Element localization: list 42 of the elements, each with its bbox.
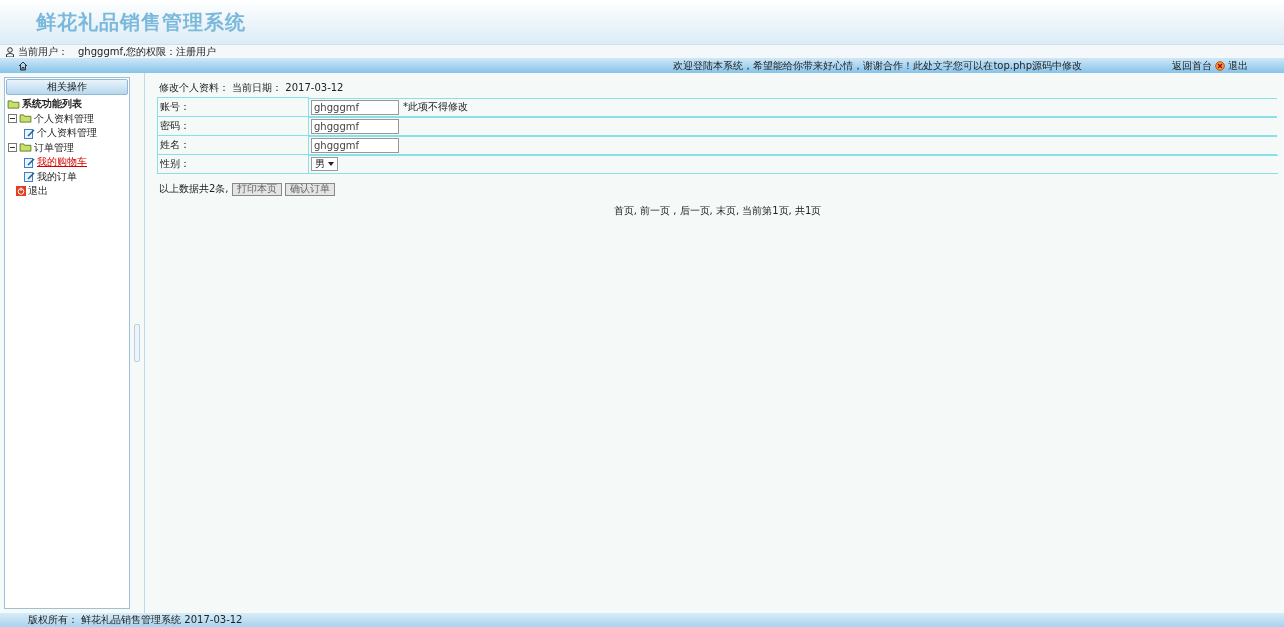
input-field[interactable]: ghgggmf: [311, 137, 399, 153]
tree-label[interactable]: 个人资料管理: [34, 111, 94, 126]
folder-icon: [19, 114, 32, 124]
close-circle-icon: [1215, 60, 1225, 71]
home-icon[interactable]: [18, 60, 28, 71]
tree-link[interactable]: 个人资料管理: [37, 126, 97, 141]
current-user-text: ghgggmf,您的权限：注册用户: [78, 44, 217, 59]
tree-link[interactable]: 退出: [28, 184, 48, 199]
collapse-toggle-icon[interactable]: [8, 143, 17, 153]
system-title: 鲜花礼品销售管理系统: [36, 8, 246, 36]
nav-link[interactable]: 退出: [1228, 58, 1248, 73]
record-count: 以上数据共2条,: [159, 182, 229, 196]
action-button[interactable]: 打印本页: [231, 182, 282, 196]
input-field[interactable]: ghgggmf: [311, 99, 399, 115]
document-pencil-icon: [24, 127, 35, 139]
field-label: 账号：: [157, 97, 309, 117]
field-label: 性别：: [157, 154, 309, 174]
tree-label[interactable]: 系统功能列表: [22, 97, 82, 112]
field-label: 姓名：: [157, 135, 309, 155]
collapse-toggle-icon[interactable]: [8, 114, 17, 124]
caret-icon: [328, 162, 334, 166]
gender-dropdown[interactable]: 男: [311, 157, 338, 171]
page-heading: 修改个人资料： 当前日期： 2017-03-12: [159, 81, 345, 93]
tree-link[interactable]: 我的订单: [37, 169, 77, 184]
copyright-text: 版权所有： 鲜花礼品销售管理系统 2017-03-12: [28, 613, 243, 627]
tree-link[interactable]: 我的购物车: [37, 155, 87, 170]
welcome-message: 欢迎登陆本系统，希望能给你带来好心情，谢谢合作！此处文字您可以在top.php源码中修改: [673, 58, 1082, 73]
folder-icon: [19, 143, 32, 153]
document-pencil-icon: [24, 156, 35, 168]
field-label: 密码：: [157, 116, 309, 136]
action-button[interactable]: 确认订单: [284, 182, 335, 196]
document-pencil-icon: [24, 171, 35, 183]
power-icon: [16, 186, 26, 197]
tree-label[interactable]: 订单管理: [34, 140, 74, 155]
current-user-label: 当前用户：: [18, 44, 68, 59]
pagination-text: 首页, 前一页 , 后一页, 末页, 当前第1页, 共1页: [613, 205, 822, 216]
person-icon: [6, 46, 14, 57]
field-note: *此项不得修改: [403, 100, 468, 114]
collapse-handle[interactable]: [134, 324, 140, 362]
input-field[interactable]: ghgggmf: [311, 118, 399, 134]
nav-link[interactable]: 返回首台: [1172, 58, 1212, 73]
sidebar-title: 相关操作: [6, 79, 128, 95]
